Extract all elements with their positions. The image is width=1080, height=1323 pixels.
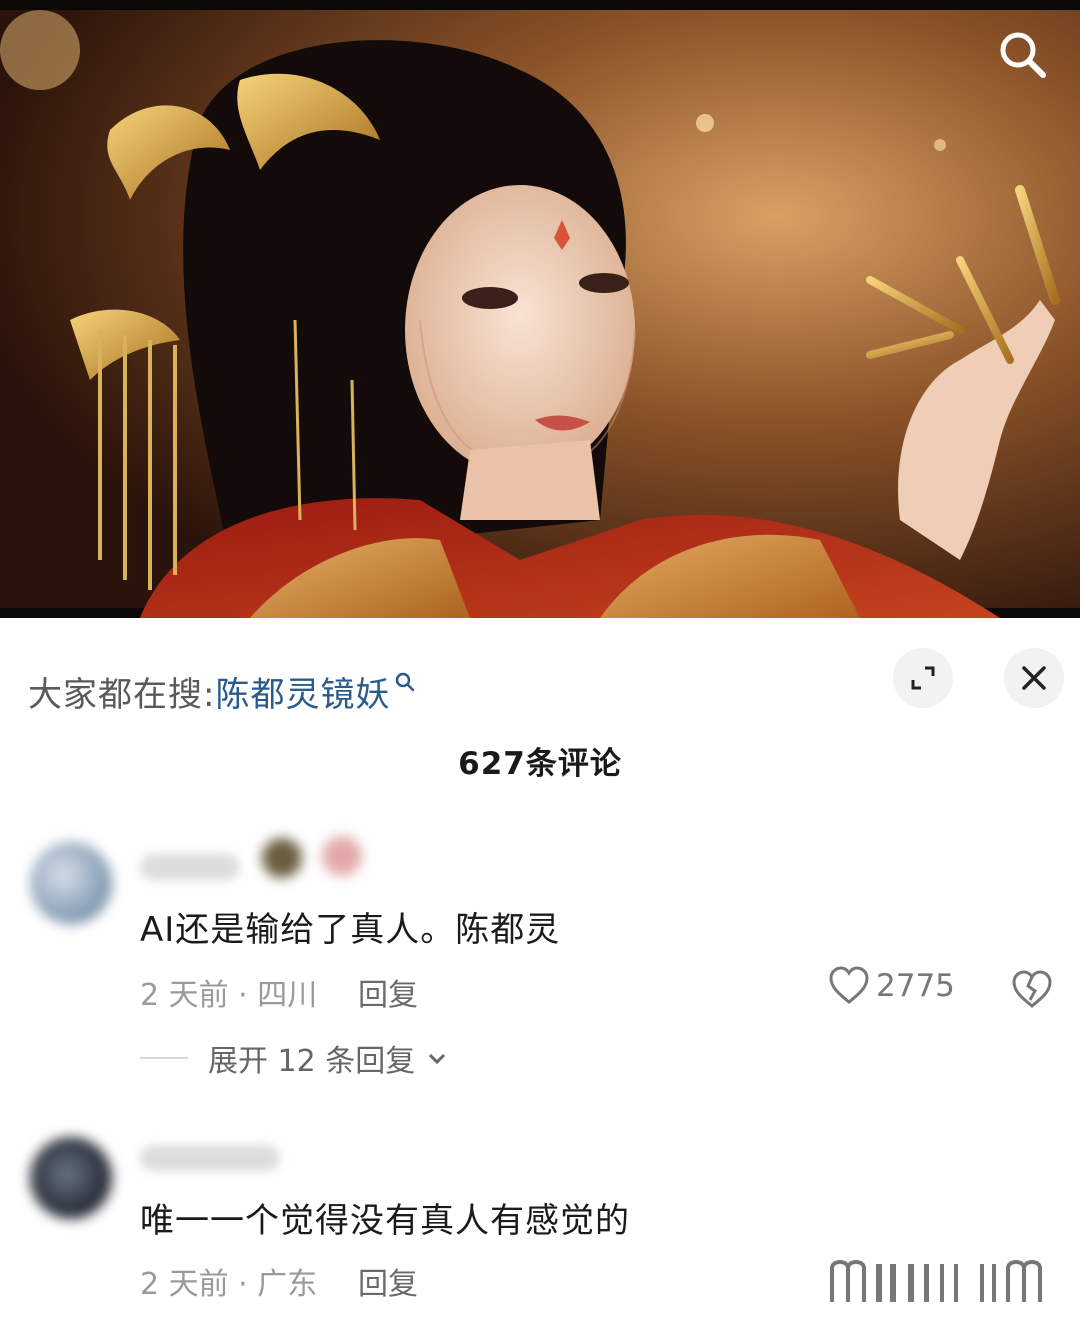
divider-line — [140, 1057, 188, 1059]
like-count: 2775 — [876, 968, 955, 1004]
chevron-down-icon — [429, 1053, 446, 1065]
video-frame-image — [0, 0, 1080, 618]
heart-icon — [829, 966, 869, 1004]
trending-search-term[interactable]: 陈都灵镜妖 — [215, 667, 390, 716]
avatar[interactable] — [30, 1137, 112, 1219]
video-player[interactable] — [0, 0, 1080, 618]
comment-text: 唯一一个觉得没有真人有感觉的 — [140, 1201, 630, 1241]
video-search-button[interactable] — [996, 28, 1052, 84]
username-blurred[interactable] — [140, 854, 240, 880]
cropped-like-icons — [830, 1260, 1042, 1302]
search-icon — [1000, 32, 1046, 78]
comment-item: AI还是输给了真人。陈都灵 2 天前 · 四川 回复 2775 展开 12 条回… — [0, 826, 1080, 1086]
cropped-action-icons — [828, 1254, 1068, 1306]
dislike-button[interactable] — [1010, 968, 1054, 1012]
comment-time-location: 2 天前 · 四川 — [140, 978, 318, 1013]
expand-icon — [911, 666, 935, 690]
badge-icon — [262, 838, 302, 878]
trending-search-prefix: 大家都在搜: — [28, 674, 216, 715]
username-blurred[interactable] — [140, 1145, 280, 1171]
like-button[interactable]: 2775 — [828, 966, 955, 1006]
search-icon — [396, 672, 415, 692]
reply-button[interactable]: 回复 — [358, 970, 418, 1014]
close-icon — [1022, 666, 1046, 690]
comment-sheet: 大家都在搜: 陈都灵镜妖 627条评论 AI还是输给了真人。陈都灵 2 天前 ·… — [0, 618, 1080, 1323]
close-button[interactable] — [1004, 648, 1064, 708]
expand-replies-label: 展开 12 条回复 — [208, 1044, 416, 1079]
expand-button[interactable] — [893, 648, 953, 708]
comment-count-title: 627条评论 — [458, 746, 622, 782]
comment-time-location: 2 天前 · 广东 — [140, 1267, 318, 1302]
comment-text: AI还是输给了真人。陈都灵 — [140, 910, 561, 950]
expand-replies-button[interactable]: 展开 12 条回复 — [140, 1036, 449, 1080]
avatar[interactable] — [30, 842, 112, 924]
reply-button[interactable]: 回复 — [358, 1259, 418, 1303]
broken-heart-icon — [1012, 970, 1052, 1008]
badge-icon — [322, 836, 362, 876]
